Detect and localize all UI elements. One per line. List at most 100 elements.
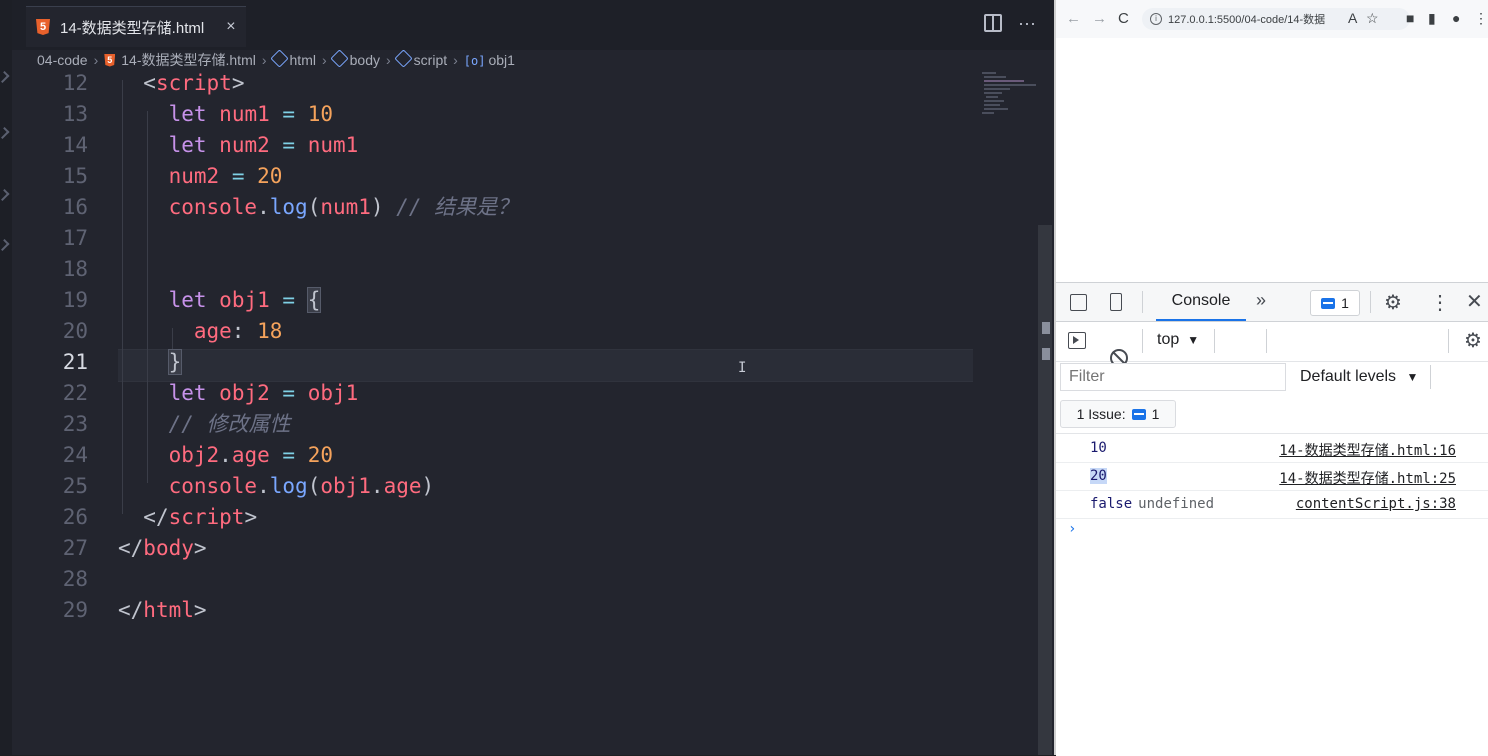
info-icon[interactable]: i [1150, 13, 1162, 25]
more-actions-icon[interactable]: ⋯ [1018, 14, 1036, 35]
reload-icon[interactable]: C [1118, 10, 1129, 27]
log-source-link[interactable]: contentScript.js:38 [1296, 496, 1456, 512]
line-number: 22 [62, 381, 88, 405]
address-text: 127.0.0.1:5500/04-code/14-数据 [1168, 14, 1326, 26]
element-icon [269, 49, 289, 68]
code-line: 14 let num2 = num1 [0, 130, 980, 161]
minimap-line [984, 92, 1002, 94]
dropdown-arrow-icon: ▼ [1187, 333, 1200, 347]
divider [1430, 365, 1431, 389]
editor-scrollbar[interactable] [1038, 225, 1052, 755]
code-text: console.log(obj1.age) [168, 474, 435, 498]
code-area[interactable]: 12 <script> 13 let num1 = 10 14 let num2… [0, 68, 980, 688]
log-source-link[interactable]: 14-数据类型存储.html:25 [1279, 468, 1456, 488]
code-line: 26 </script> [0, 502, 980, 533]
breadcrumb-script[interactable]: script [414, 52, 447, 68]
console-settings-icon[interactable]: ⚙ [1464, 328, 1482, 353]
log-message: false undefined [1090, 496, 1214, 512]
minimap[interactable] [980, 70, 1040, 130]
extension-icon[interactable]: ■ [1406, 10, 1414, 26]
filter-input[interactable] [1060, 363, 1286, 391]
forward-icon[interactable]: → [1092, 10, 1107, 27]
tab-console[interactable]: Console [1156, 283, 1246, 321]
code-line: 23 // 修改属性 [0, 409, 980, 440]
close-icon[interactable]: × [226, 18, 235, 36]
scrollbar-marker [1042, 348, 1050, 360]
back-icon[interactable]: ← [1066, 10, 1081, 27]
code-line: 18 [0, 254, 980, 285]
code-line: 12 <script> [0, 68, 980, 99]
minimap-line [984, 104, 1000, 106]
split-editor-icon[interactable] [984, 14, 1002, 32]
issues-row: 1 Issue: 1 [1056, 395, 1488, 434]
code-text: console.log(num1) // 结果是？ [168, 195, 519, 219]
close-icon[interactable]: ✕ [1466, 289, 1483, 314]
issues-label: 1 Issue: [1076, 406, 1126, 422]
code-text: } [167, 349, 183, 375]
chevron-right-icon: › [321, 52, 327, 68]
tab-label: 14-数据类型存储.html [60, 19, 205, 37]
minimap-line [984, 88, 1010, 90]
line-number: 29 [62, 598, 88, 622]
issues-count: 1 [1341, 295, 1349, 311]
console-sidebar-icon[interactable] [1068, 332, 1086, 349]
console-log-row[interactable]: 10 14-数据类型存储.html:16 [1056, 434, 1488, 463]
console-prompt-icon[interactable]: › [1068, 521, 1076, 537]
line-number: 14 [62, 133, 88, 157]
editor-tab[interactable]: 5 14-数据类型存储.html × [26, 6, 246, 47]
code-text: let obj2 = obj1 [168, 381, 359, 405]
code-line: 24 obj2.age = 20 [0, 440, 980, 471]
code-line: 22 let obj2 = obj1 [0, 378, 980, 409]
editor-tab-bar: 5 14-数据类型存储.html × ⋯ [12, 0, 1054, 50]
minimap-line [984, 100, 1004, 102]
code-line: 19 let obj1 = { [0, 285, 980, 316]
minimap-line [986, 96, 998, 98]
context-selector[interactable]: top ▼ [1157, 331, 1199, 349]
code-line: 17 [0, 223, 980, 254]
console-log-row[interactable]: 20 14-数据类型存储.html:25 [1056, 462, 1488, 491]
kebab-menu-icon[interactable]: ⋮ [1430, 290, 1450, 315]
code-line: 16 console.log(num1) // 结果是？ [0, 192, 980, 223]
breadcrumb-obj1[interactable]: obj1 [488, 52, 514, 68]
code-text: let num2 = num1 [168, 133, 359, 157]
line-number: 27 [62, 536, 88, 560]
device-toolbar-icon[interactable] [1110, 293, 1122, 311]
console-toolbar: top ▼ ⚙ [1056, 321, 1488, 384]
issues-counter-button[interactable]: 1 [1310, 290, 1360, 316]
line-number: 23 [62, 412, 88, 436]
kebab-menu-icon[interactable]: ⋮ [1474, 10, 1488, 27]
issues-badge-count: 1 [1151, 406, 1160, 422]
minimap-line [984, 76, 1006, 78]
element-icon [329, 49, 349, 68]
line-number: 19 [62, 288, 88, 312]
translate-icon[interactable]: A [1348, 10, 1357, 26]
log-message-value: false [1090, 496, 1133, 512]
log-source-link[interactable]: 14-数据类型存储.html:16 [1279, 440, 1456, 460]
code-editor[interactable]: 5 14-数据类型存储.html × ⋯ 04-code › 5 14-数据类型… [0, 0, 1054, 755]
code-text: </html> [118, 598, 207, 622]
divider [1142, 291, 1143, 313]
code-line: 15 num2 = 20 [0, 161, 980, 192]
more-tabs-icon[interactable]: » [1256, 290, 1266, 311]
filter-row: Default levels ▼ [1056, 361, 1488, 395]
breadcrumb: 04-code › 5 14-数据类型存储.html › html › body… [37, 49, 515, 70]
breadcrumb-body[interactable]: body [350, 52, 380, 68]
code-text: </script> [143, 505, 258, 529]
html5-icon: 5 [104, 53, 116, 67]
breadcrumb-folder[interactable]: 04-code [37, 52, 88, 68]
minimap-line [984, 84, 1036, 86]
star-icon[interactable]: ☆ [1366, 10, 1379, 27]
breadcrumb-file[interactable]: 14-数据类型存储.html [121, 50, 256, 70]
console-log-row[interactable]: false undefined contentScript.js:38 [1056, 490, 1488, 519]
profile-icon[interactable]: ● [1452, 10, 1460, 26]
code-text: num2 = 20 [168, 164, 283, 188]
sidebar-toggle-icon[interactable]: ▮ [1428, 10, 1436, 27]
gear-icon[interactable]: ⚙ [1384, 290, 1402, 315]
log-levels-dropdown[interactable]: Default levels ▼ [1300, 368, 1418, 386]
code-text: <script> [143, 71, 245, 95]
log-message: 10 [1090, 440, 1107, 456]
breadcrumb-html[interactable]: html [290, 52, 316, 68]
issues-button[interactable]: 1 Issue: 1 [1060, 400, 1176, 428]
inspect-element-icon[interactable] [1070, 294, 1087, 311]
line-number: 20 [62, 319, 88, 343]
